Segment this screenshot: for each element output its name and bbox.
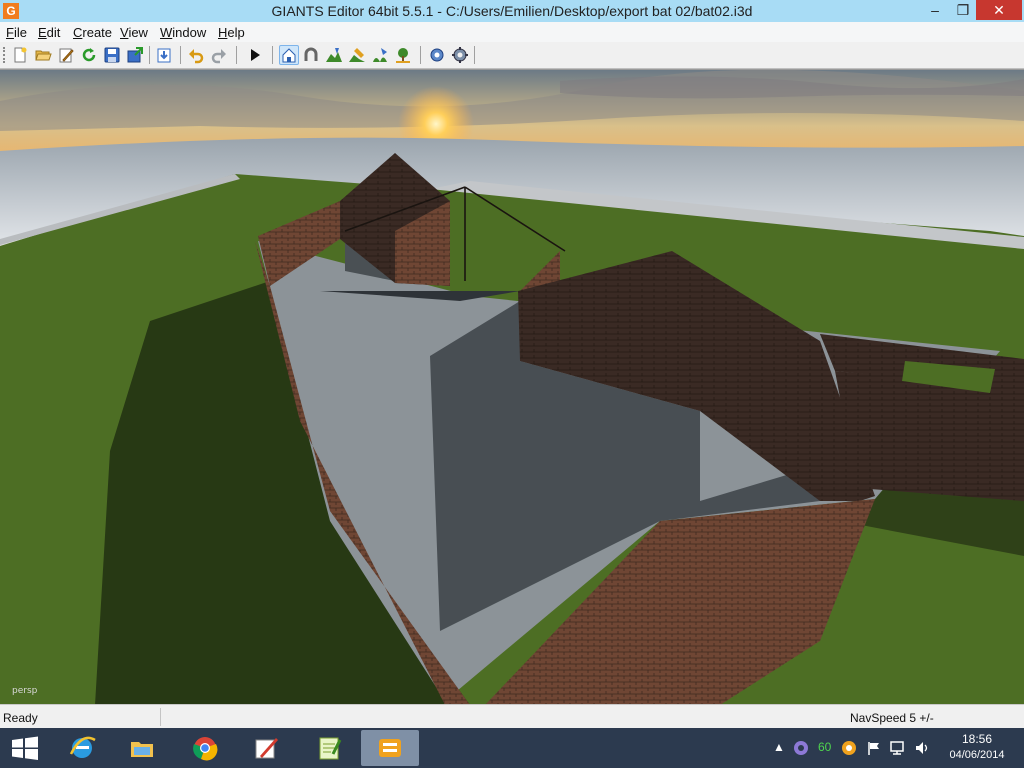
menu-bar: File Edit Create View Window Help	[0, 22, 1024, 42]
scripts-icon[interactable]	[428, 46, 446, 64]
taskbar-internet-explorer[interactable]	[53, 730, 111, 766]
network-icon[interactable]	[889, 740, 907, 756]
start-button[interactable]	[8, 734, 42, 762]
save-icon[interactable]	[103, 46, 121, 64]
status-divider	[160, 708, 161, 726]
clock-date[interactable]: 04/06/2014	[938, 749, 1016, 761]
status-text: Ready	[3, 711, 38, 725]
undo-icon[interactable]	[187, 46, 205, 64]
file-explorer-icon	[131, 742, 153, 757]
toolbar-separator	[474, 46, 475, 64]
terrain-sculpt-icon[interactable]	[325, 46, 343, 64]
notepad-plus-icon	[319, 737, 342, 760]
redo-icon[interactable]	[210, 46, 228, 64]
magnet-icon[interactable]	[302, 46, 320, 64]
export-icon[interactable]	[126, 46, 144, 64]
taskbar-chrome[interactable]	[176, 730, 234, 766]
import-icon[interactable]	[155, 46, 173, 64]
menu-create[interactable]: Create	[73, 25, 112, 40]
settings-icon[interactable]	[451, 46, 469, 64]
terrain-paint-icon[interactable]	[348, 46, 366, 64]
toolbar-separator	[149, 46, 150, 64]
maximize-button[interactable]: ❐	[950, 0, 976, 20]
toolbar	[0, 42, 1024, 69]
menu-view[interactable]: View	[120, 25, 148, 40]
tray-update-icon[interactable]	[841, 740, 857, 756]
menu-file[interactable]: File	[6, 25, 27, 40]
home-view-icon[interactable]	[279, 45, 299, 65]
scene-render	[0, 70, 1024, 705]
foliage-paint-icon[interactable]	[371, 46, 389, 64]
tray-counter[interactable]: 60	[818, 740, 831, 754]
edit-icon[interactable]	[57, 46, 75, 64]
menu-create-mnemonic: C	[73, 25, 83, 40]
tree-placement-icon[interactable]	[394, 46, 412, 64]
menu-file-mnemonic: F	[6, 25, 14, 40]
taskbar-paint-app[interactable]	[237, 730, 295, 766]
menu-help[interactable]: Help	[218, 25, 245, 40]
toolbar-separator	[180, 46, 181, 64]
taskbar-notepad-plus[interactable]	[300, 730, 358, 766]
close-button[interactable]: ✕	[976, 0, 1022, 20]
toolbar-separator	[236, 46, 237, 64]
window-title: GIANTS Editor 64bit 5.5.1 - C:/Users/Emi…	[271, 3, 753, 19]
toolbar-grip[interactable]	[3, 47, 8, 63]
volume-icon[interactable]	[914, 740, 930, 756]
new-file-icon[interactable]	[11, 46, 29, 64]
menu-edit-mnemonic: E	[38, 25, 47, 40]
menu-help-label: elp	[227, 25, 245, 40]
refresh-icon[interactable]	[80, 46, 98, 64]
giants-editor-icon	[379, 739, 401, 757]
3d-viewport[interactable]: persp	[0, 69, 1024, 705]
play-icon[interactable]	[246, 46, 264, 64]
open-folder-icon[interactable]	[34, 46, 52, 64]
menu-file-label: ile	[13, 25, 27, 40]
taskbar: ▲ 60 18:56 04/06/2014	[0, 728, 1024, 768]
menu-view-label: iew	[128, 25, 148, 40]
minimize-button[interactable]: –	[920, 0, 950, 20]
menu-edit[interactable]: Edit	[38, 25, 60, 40]
tray-app-icon[interactable]	[793, 740, 809, 756]
menu-edit-label: dit	[46, 25, 61, 40]
chrome-icon	[193, 737, 218, 761]
toolbar-separator	[272, 46, 273, 64]
paint-icon	[255, 738, 278, 759]
camera-label: persp	[12, 686, 38, 696]
menu-create-label: reate	[82, 25, 113, 40]
title-bar: G GIANTS Editor 64bit 5.5.1 - C:/Users/E…	[0, 0, 1024, 22]
status-bar: Ready NavSpeed 5 +/-	[0, 704, 1024, 729]
menu-help-mnemonic: H	[218, 25, 228, 40]
menu-window-label: indow	[172, 25, 207, 40]
menu-window[interactable]: Window	[160, 25, 206, 40]
clock-time[interactable]: 18:56	[955, 732, 999, 746]
internet-explorer-icon	[69, 736, 96, 758]
taskbar-file-explorer[interactable]	[113, 730, 171, 766]
navspeed-indicator: NavSpeed 5 +/-	[850, 711, 934, 725]
windows-logo-icon	[12, 736, 38, 760]
toolbar-separator	[420, 46, 421, 64]
taskbar-giants-editor[interactable]	[361, 730, 419, 766]
menu-window-mnemonic: W	[160, 25, 173, 40]
action-center-flag-icon[interactable]	[866, 740, 882, 756]
tray-overflow-arrow[interactable]: ▲	[773, 740, 785, 754]
